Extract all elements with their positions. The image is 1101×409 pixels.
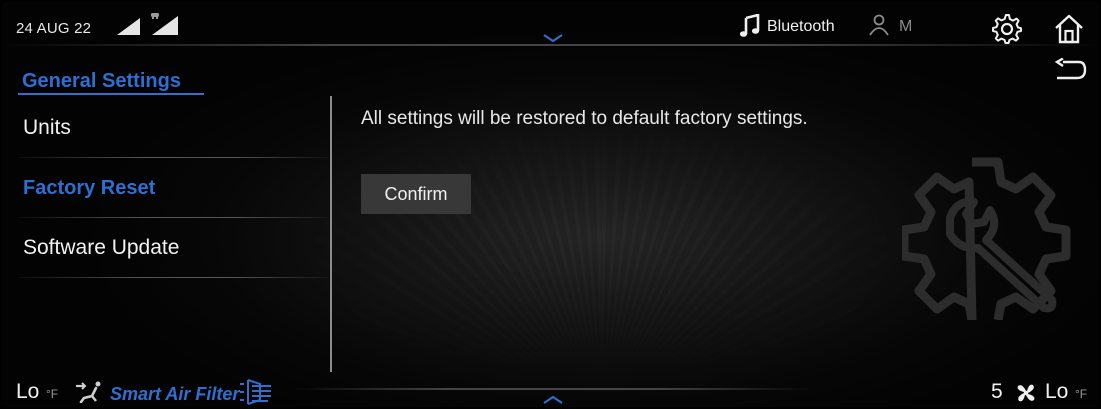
sidebar-item-units[interactable]: Units — [23, 116, 71, 140]
panel-divider — [330, 96, 332, 372]
driver-temperature-unit: °F — [46, 387, 59, 401]
passenger-temperature-unit: °F — [1075, 387, 1088, 401]
sidebar-divider — [18, 277, 328, 278]
chevron-down-icon[interactable] — [542, 32, 564, 44]
music-note-icon — [739, 14, 760, 37]
fan-speed-level[interactable]: 5 — [991, 380, 1003, 404]
sidebar-title-underline — [18, 93, 204, 95]
sidebar-divider — [18, 157, 328, 158]
bottom-divider — [292, 388, 812, 390]
user-icon — [869, 14, 889, 36]
settings-wrench-icon — [902, 157, 1071, 320]
status-date: 24 AUG 22 — [16, 20, 92, 37]
chevron-up-icon[interactable] — [542, 394, 564, 406]
signal-icon — [117, 18, 140, 35]
gear-icon[interactable] — [991, 13, 1023, 45]
reset-message: All settings will be restored to default… — [361, 108, 808, 129]
confirm-button[interactable]: Confirm — [361, 174, 471, 214]
passenger-temperature[interactable]: Lo — [1045, 380, 1068, 404]
airflow-seat-icon[interactable] — [74, 381, 104, 403]
head-unit-screen: 24 AUG 22 Bluetooth M General Settings U… — [2, 2, 1099, 407]
back-arrow-icon[interactable] — [1051, 58, 1087, 84]
sidebar-divider — [18, 217, 328, 218]
air-filter-icon[interactable] — [238, 378, 274, 406]
top-divider — [2, 44, 1099, 46]
sidebar-item-software-update[interactable]: Software Update — [23, 236, 179, 260]
sidebar-title: General Settings — [22, 70, 181, 92]
fan-icon — [1017, 384, 1035, 402]
user-profile-label[interactable]: M — [899, 18, 912, 36]
car-signal-icon — [151, 13, 178, 35]
sidebar-item-factory-reset[interactable]: Factory Reset — [23, 177, 155, 200]
driver-temperature[interactable]: Lo — [16, 380, 39, 404]
home-icon[interactable] — [1053, 13, 1085, 45]
bluetooth-status[interactable]: Bluetooth — [767, 18, 835, 36]
smart-air-filter-label[interactable]: Smart Air Filter — [110, 384, 239, 405]
